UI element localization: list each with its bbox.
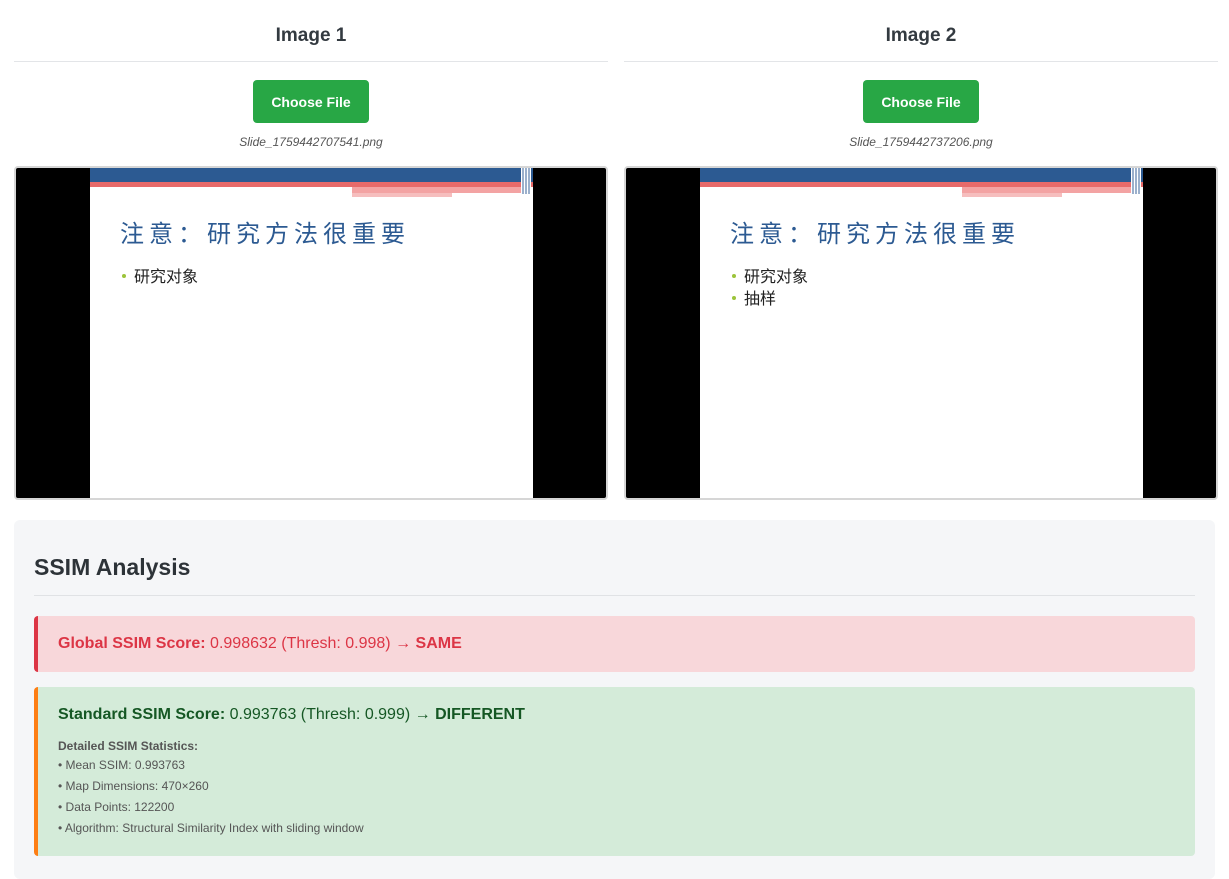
slide-bullet-text: 研究对象 <box>134 267 199 286</box>
stat-item: • Map Dimensions: 470×260 <box>58 779 209 793</box>
slide-bullets: 研究对象 <box>122 266 198 288</box>
standard-ssim-result: Standard SSIM Score: 0.993763 (Thresh: 0… <box>34 687 1195 856</box>
slide-accent-bar <box>962 193 1062 197</box>
slide-header-bar <box>90 168 533 182</box>
choose-file-button[interactable]: Choose File <box>863 80 979 123</box>
analysis-title: SSIM Analysis <box>34 520 1195 596</box>
standard-ssim-value: 0.993763 <box>229 706 297 723</box>
slide-title: 注意：研究方法很重要 <box>120 220 410 248</box>
arrow-icon: → <box>395 635 412 652</box>
file-name: Slide_1759442707541.png <box>239 135 383 149</box>
image-panel-1: Image 1 Choose File Slide_1759442707541.… <box>14 0 608 500</box>
slide-bullet: 抽样 <box>732 288 808 310</box>
image-panel-2: Image 2 Choose File Slide_1759442737206.… <box>624 0 1218 500</box>
slide-bullet: 研究对象 <box>122 266 198 288</box>
panel-title: Image 1 <box>14 0 608 62</box>
panel-title: Image 2 <box>624 0 1218 62</box>
arrow-icon: → <box>414 706 431 723</box>
choose-file-button[interactable]: Choose File <box>253 80 369 123</box>
stat-item: • Mean SSIM: 0.993763 <box>58 758 185 772</box>
stat-item: • Data Points: 122200 <box>58 800 175 814</box>
standard-ssim-verdict: DIFFERENT <box>435 706 525 723</box>
global-ssim-result: Global SSIM Score: 0.998632 (Thresh: 0.9… <box>34 616 1195 672</box>
slide-accent-bar <box>352 193 452 197</box>
bullet-dot-icon <box>732 295 736 300</box>
stats-list: • Mean SSIM: 0.993763 • Map Dimensions: … <box>58 755 1195 839</box>
image-preview: 注意：研究方法很重要 研究对象 <box>14 166 608 500</box>
slide-bullet-text: 研究对象 <box>744 267 809 286</box>
slide-bullet-text: 抽样 <box>744 289 777 308</box>
bullet-dot-icon <box>122 273 126 278</box>
standard-ssim-line: Standard SSIM Score: 0.993763 (Thresh: 0… <box>58 705 1195 725</box>
slide-header-bar <box>700 168 1143 182</box>
slide-bullet: 研究对象 <box>732 266 808 288</box>
global-ssim-thresh: (Thresh: 0.998) <box>281 635 391 652</box>
slide-image: 注意：研究方法很重要 研究对象 抽样 <box>700 168 1143 498</box>
stat-item: • Algorithm: Structural Similarity Index… <box>58 821 364 835</box>
slide-edge-stripes <box>1131 168 1141 194</box>
slide-title: 注意：研究方法很重要 <box>730 220 1020 248</box>
global-ssim-value: 0.998632 <box>210 635 277 652</box>
standard-ssim-thresh: (Thresh: 0.999) <box>300 706 411 723</box>
file-name: Slide_1759442737206.png <box>849 135 993 149</box>
bullet-dot-icon <box>732 273 736 278</box>
slide-image: 注意：研究方法很重要 研究对象 <box>90 168 533 498</box>
slide-bullets: 研究对象 抽样 <box>732 266 808 310</box>
slide-edge-stripes <box>521 168 531 194</box>
ssim-analysis-panel: SSIM Analysis Global SSIM Score: 0.99863… <box>14 520 1215 879</box>
global-ssim-verdict: SAME <box>415 635 462 652</box>
global-ssim-label: Global SSIM Score: <box>58 635 206 652</box>
image-preview: 注意：研究方法很重要 研究对象 抽样 <box>624 166 1218 500</box>
stats-heading: Detailed SSIM Statistics: <box>58 739 199 753</box>
standard-ssim-label: Standard SSIM Score: <box>58 706 226 723</box>
